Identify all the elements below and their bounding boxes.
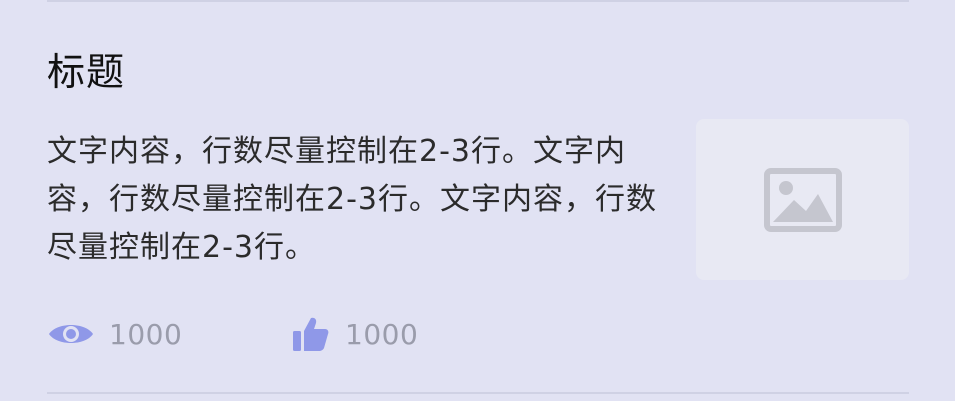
article-card[interactable]: 标题 文字内容，行数尽量控制在2-3行。文字内容，行数尽量控制在2-3行。文字内… bbox=[0, 0, 955, 401]
thumbs-up-icon[interactable] bbox=[291, 314, 331, 354]
likes-stat[interactable]: 1000 bbox=[291, 310, 418, 358]
article-thumbnail bbox=[696, 119, 909, 280]
views-stat: 1000 bbox=[47, 310, 182, 358]
article-content: 文字内容，行数尽量控制在2-3行。文字内容，行数尽量控制在2-3行。文字内容，行… bbox=[47, 134, 657, 265]
article-title: 标题 bbox=[47, 50, 126, 94]
views-count: 1000 bbox=[109, 317, 183, 351]
likes-count: 1000 bbox=[345, 317, 419, 351]
image-placeholder-icon bbox=[763, 167, 842, 232]
eye-icon bbox=[47, 318, 95, 350]
bottom-divider bbox=[47, 392, 909, 394]
